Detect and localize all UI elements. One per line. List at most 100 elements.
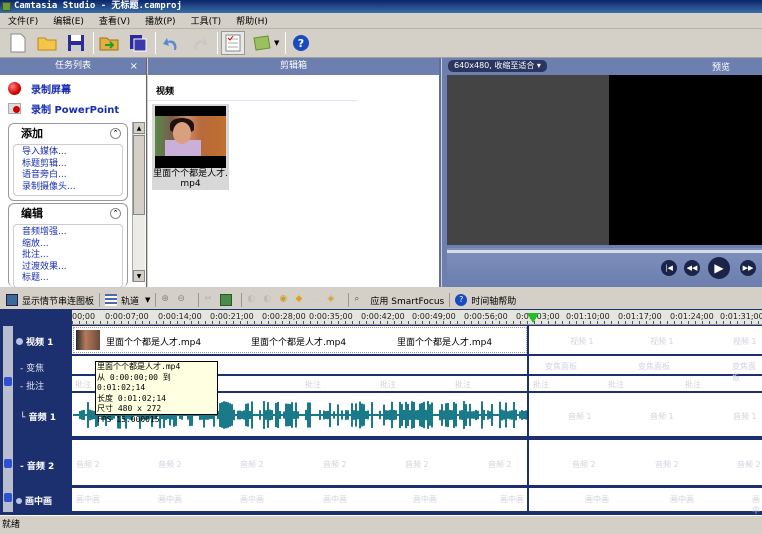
task-list-pane: 任务列表 × 录制屏幕 录制 PowerPoint 添加 ⌃ 导入媒体... 标… — [0, 58, 147, 288]
clip-name-line2: mp4 — [180, 179, 201, 189]
produce-button[interactable] — [126, 31, 150, 55]
menu-file[interactable]: 文件(F) — [8, 14, 38, 27]
ghost-label: 批注 — [380, 380, 396, 389]
track-expand-icon[interactable] — [16, 338, 23, 345]
ghost-label: 画中画 — [585, 495, 609, 504]
playhead-handle[interactable] — [527, 313, 539, 323]
marker-next-icon[interactable]: ◐ — [263, 294, 275, 306]
tracks-icon — [105, 294, 118, 306]
caption-icon[interactable]: ▭ — [311, 294, 323, 306]
add-callout-icon[interactable]: ◆ — [295, 294, 307, 306]
ghost-label: 画中画 — [323, 495, 347, 504]
record-camera-link[interactable]: 录制摄像头... — [22, 182, 114, 194]
clip-thumbnail[interactable]: 里面个个都是人才. mp4 — [152, 104, 229, 190]
menu-play[interactable]: 播放(P) — [145, 14, 175, 27]
callout-link[interactable]: 批注... — [22, 250, 114, 262]
marker-icon[interactable]: ◐ — [247, 294, 259, 306]
track-label-video1[interactable]: 视频 1 — [16, 335, 53, 348]
clip-name-line1: 里面个个都是人才. — [153, 169, 228, 179]
split-icon[interactable] — [220, 294, 233, 306]
new-project-button[interactable] — [6, 31, 30, 55]
ghost-label: 音频 2 — [323, 460, 347, 469]
ruler-tick: 0:00:35;00 — [309, 312, 353, 321]
voice-narration-link[interactable]: 语音旁白... — [22, 170, 114, 182]
task-list-toggle[interactable] — [221, 31, 245, 55]
tooltip-name: 里面个个都是人才.mp4 — [97, 362, 181, 371]
import-icon — [99, 37, 119, 51]
record-screen-label: 录制屏幕 — [31, 84, 71, 96]
clip-thumbnail-image — [76, 330, 100, 350]
audio-enhance-link[interactable]: 音频增强... — [22, 227, 114, 239]
help-button[interactable]: ? — [289, 31, 313, 55]
ghost-label: 批注 — [608, 380, 624, 389]
open-project-button[interactable] — [35, 31, 59, 55]
timeline-ruler[interactable]: 00;00 0:00:07;00 0:00:14;00 0:00:21;00 0… — [72, 310, 762, 325]
video-clip[interactable]: 里面个个都是人才.mp4 里面个个都是人才.mp4 里面个个都是人才.mp4 — [73, 327, 527, 353]
add-group-header[interactable]: 添加 ⌃ — [9, 124, 127, 144]
scroll-down-icon[interactable]: ▼ — [133, 270, 145, 282]
new-project-icon — [10, 33, 26, 53]
record-screen-link[interactable]: 录制屏幕 — [0, 78, 146, 98]
track-label-zoom: - 变焦 — [20, 364, 45, 374]
zoom-in-icon[interactable]: ⊕ — [161, 294, 173, 306]
storyboard-button[interactable]: 显示情节串连图板 — [22, 294, 94, 307]
import-button[interactable] — [97, 31, 121, 55]
import-media-link[interactable]: 导入媒体... — [22, 147, 114, 159]
smartfocus-button[interactable]: 应用 SmartFocus — [370, 294, 444, 307]
play-icon[interactable]: ▶ — [708, 257, 730, 279]
chevron-down-icon[interactable]: ▼ — [145, 296, 150, 304]
zoom-out-icon[interactable]: ⊖ — [177, 294, 189, 306]
rewind-icon[interactable]: ◀◀ — [684, 260, 700, 276]
preview-seek-bar[interactable] — [447, 250, 762, 253]
fast-forward-icon[interactable]: ▶▶ — [740, 260, 756, 276]
lock-icon[interactable] — [4, 493, 12, 502]
add-group-title: 添加 — [21, 127, 43, 140]
cut-icon[interactable]: ✂ — [204, 294, 216, 306]
scroll-thumb[interactable] — [133, 135, 145, 215]
ghost-label: 画中画 — [158, 495, 182, 504]
audio-icon[interactable]: ◉ — [279, 294, 291, 306]
record-powerpoint-link[interactable]: 录制 PowerPoint — [0, 98, 146, 118]
zoom-link[interactable]: 缩放... — [22, 239, 114, 251]
lock-icon[interactable] — [4, 377, 12, 386]
edit-group-header[interactable]: 编辑 ⌃ — [9, 204, 127, 224]
clip-info-tooltip: 里面个个都是人才.mp4 从 0:00:00;00 到 0:01:02;14 长… — [95, 361, 218, 424]
close-icon[interactable]: × — [130, 58, 138, 75]
ghost-label: 音频 1 — [733, 412, 757, 421]
tracks-button[interactable]: 轨道 — [121, 294, 139, 307]
clip-thumbnail-image — [155, 106, 226, 168]
tooltip-fps: FPS 15.000015 — [97, 414, 160, 424]
undo-button[interactable] — [159, 31, 183, 55]
powerpoint-record-icon — [8, 102, 21, 114]
ghost-label: 音频 2 — [76, 460, 100, 469]
add-zoom-icon[interactable]: ◈ — [327, 294, 339, 306]
task-list-scrollbar[interactable]: ▲ ▼ — [132, 122, 145, 282]
scroll-up-icon[interactable]: ▲ — [133, 122, 145, 134]
transitions-link[interactable]: 过渡效果... — [22, 262, 114, 274]
preview-size-label: 640x480, 收缩至适合 — [454, 61, 535, 70]
clip-bin-toggle[interactable] — [250, 31, 274, 55]
jump-to-start-icon[interactable]: |◀ — [661, 260, 677, 276]
ghost-label: 变焦面板 — [638, 362, 670, 371]
track-expand-icon[interactable] — [16, 498, 22, 504]
ghost-label: 画中画 — [76, 495, 100, 504]
save-project-icon — [68, 35, 84, 51]
playhead-line[interactable] — [527, 326, 529, 512]
lock-icon[interactable] — [4, 459, 12, 468]
title-clip-link[interactable]: 标题剪辑... — [22, 159, 114, 171]
title-link[interactable]: 标题... — [22, 273, 114, 285]
menu-tools[interactable]: 工具(T) — [191, 14, 222, 27]
preview-screen[interactable] — [447, 75, 762, 245]
timeline-help-button[interactable]: 时间轴帮助 — [471, 294, 516, 307]
menu-help[interactable]: 帮助(H) — [236, 14, 268, 27]
collapse-icon[interactable]: ⌃ — [110, 128, 121, 139]
ghost-label: 画中画 — [240, 495, 264, 504]
preview-size-dropdown[interactable]: 640x480, 收缩至适合 ▾ — [448, 60, 547, 72]
save-project-button[interactable] — [64, 31, 88, 55]
menu-edit[interactable]: 编辑(E) — [53, 14, 84, 27]
dropdown-icon[interactable]: ▼ — [274, 39, 279, 47]
redo-button[interactable] — [188, 31, 212, 55]
menu-view[interactable]: 查看(V) — [99, 14, 130, 27]
edit-group-title: 编辑 — [21, 207, 43, 220]
collapse-icon[interactable]: ⌃ — [110, 208, 121, 219]
